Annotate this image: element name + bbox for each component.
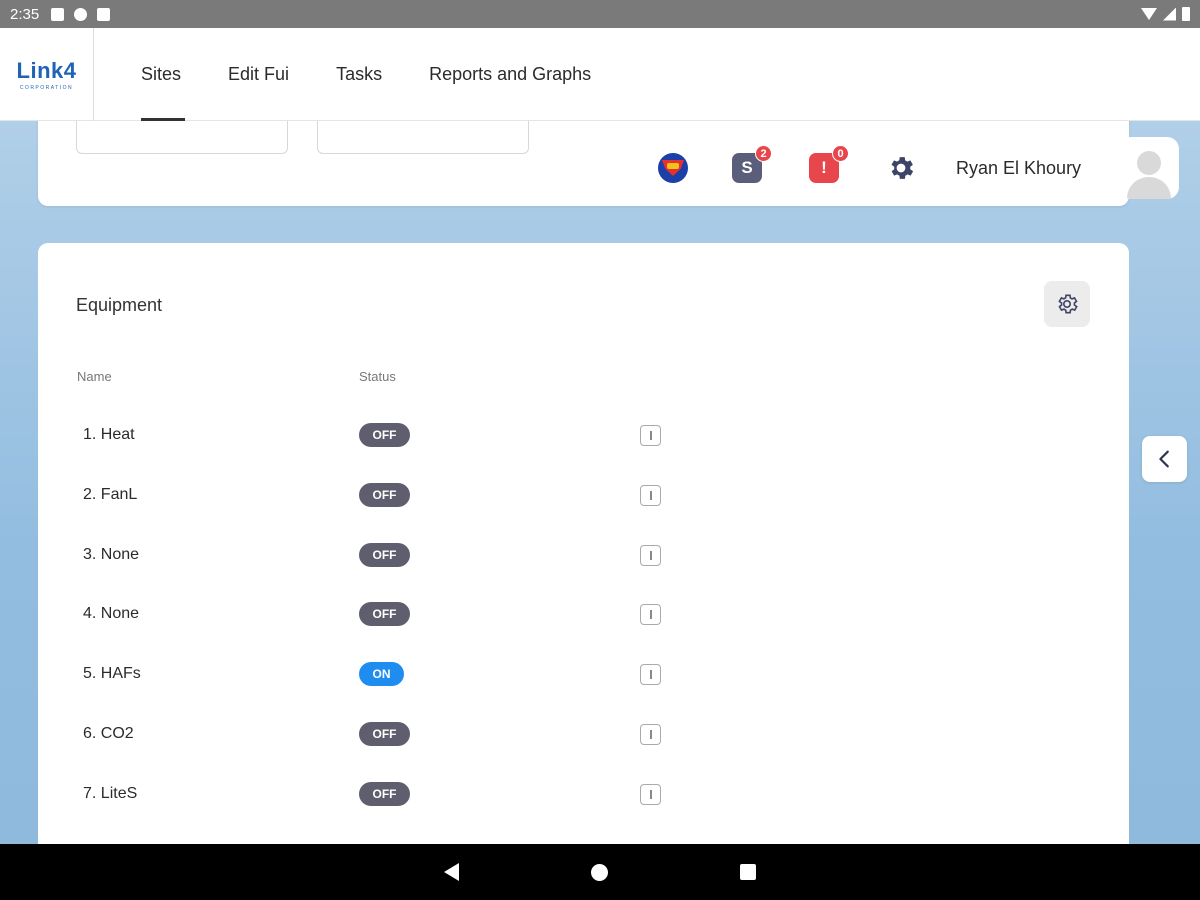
info-icon[interactable] xyxy=(640,664,661,685)
status-toggle[interactable]: OFF xyxy=(359,423,410,447)
tab-reports-and-graphs[interactable]: Reports and Graphs xyxy=(429,28,591,121)
tab-edit-fui[interactable]: Edit Fui xyxy=(228,28,289,121)
wifi-icon xyxy=(1141,8,1157,20)
table-row: 3. None OFF xyxy=(38,536,1129,576)
recent-apps-button[interactable] xyxy=(740,864,756,880)
top-navigation: Link4 CORPORATION Sites Edit Fui Tasks R… xyxy=(0,27,1200,121)
home-button[interactable] xyxy=(591,863,608,881)
logo[interactable]: Link4 CORPORATION xyxy=(0,27,94,121)
alert-badge-count: 0 xyxy=(832,145,849,162)
s-badge-count: 2 xyxy=(755,145,772,162)
header-card: S 2 ! 0 Ryan El Khoury xyxy=(38,110,1129,206)
equipment-name: 5. HAFs xyxy=(83,665,141,682)
notification-icon xyxy=(51,7,65,21)
equipment-name: 2. FanL xyxy=(83,486,138,503)
logo-subtitle: CORPORATION xyxy=(19,84,74,91)
android-status-bar: 2:35 xyxy=(0,0,1200,28)
s-notification-button[interactable]: S 2 xyxy=(732,145,772,183)
info-icon[interactable] xyxy=(640,784,661,805)
superman-icon[interactable] xyxy=(658,153,688,183)
status-toggle[interactable]: OFF xyxy=(359,722,410,746)
gear-icon xyxy=(1058,294,1078,314)
battery-icon xyxy=(1182,7,1190,21)
equipment-name: 4. None xyxy=(83,605,140,622)
header-actions: S 2 ! 0 Ryan El Khoury xyxy=(658,145,1081,188)
avatar[interactable] xyxy=(1119,137,1179,199)
table-row: 6. CO2 OFF xyxy=(38,715,1129,755)
info-icon[interactable] xyxy=(640,545,661,566)
table-row: 2. FanL OFF xyxy=(38,476,1129,516)
column-header-name: Name xyxy=(77,369,112,384)
home-icon xyxy=(591,863,608,881)
equipment-name: 6. CO2 xyxy=(83,725,134,742)
cellular-icon xyxy=(1163,7,1176,21)
table-row: 7. LiteS OFF xyxy=(38,775,1129,815)
user-name[interactable]: Ryan El Khoury xyxy=(956,158,1081,179)
info-icon[interactable] xyxy=(640,425,661,446)
equipment-name: 1. Heat xyxy=(83,426,135,443)
equipment-name: 3. None xyxy=(83,546,140,563)
status-toggle[interactable]: OFF xyxy=(359,483,410,507)
status-toggle[interactable]: OFF xyxy=(359,543,410,567)
status-time: 2:35 xyxy=(10,5,40,23)
nav-tabs: Sites Edit Fui Tasks Reports and Graphs xyxy=(141,28,638,121)
tab-tasks[interactable]: Tasks xyxy=(336,28,382,121)
gear-icon[interactable] xyxy=(886,153,916,183)
tab-sites[interactable]: Sites xyxy=(141,28,186,121)
back-button[interactable] xyxy=(444,863,459,881)
sd-card-icon xyxy=(97,7,111,21)
info-icon[interactable] xyxy=(640,724,661,745)
status-toggle[interactable]: OFF xyxy=(359,782,410,806)
back-icon xyxy=(444,863,459,881)
equipment-card: Equipment Name Status 1. Heat OFF 2. Fan… xyxy=(38,243,1129,863)
equipment-name: 7. LiteS xyxy=(83,785,138,802)
notification-icon xyxy=(74,7,88,21)
android-navigation-bar xyxy=(0,844,1200,900)
chevron-left-icon xyxy=(1158,450,1169,468)
info-icon[interactable] xyxy=(640,604,661,625)
table-row: 5. HAFs ON xyxy=(38,655,1129,695)
recent-apps-icon xyxy=(740,864,756,880)
equipment-title: Equipment xyxy=(76,295,163,315)
equipment-settings-button[interactable] xyxy=(1044,281,1090,327)
column-header-status: Status xyxy=(359,369,396,384)
table-row: 4. None OFF xyxy=(38,595,1129,635)
status-toggle[interactable]: OFF xyxy=(359,602,410,626)
info-icon[interactable] xyxy=(640,485,661,506)
side-panel-toggle[interactable] xyxy=(1142,436,1187,482)
logo-text: Link4 xyxy=(16,57,77,83)
status-toggle[interactable]: ON xyxy=(359,662,404,686)
alert-notification-button[interactable]: ! 0 xyxy=(809,145,849,183)
table-row: 1. Heat OFF xyxy=(38,416,1129,456)
